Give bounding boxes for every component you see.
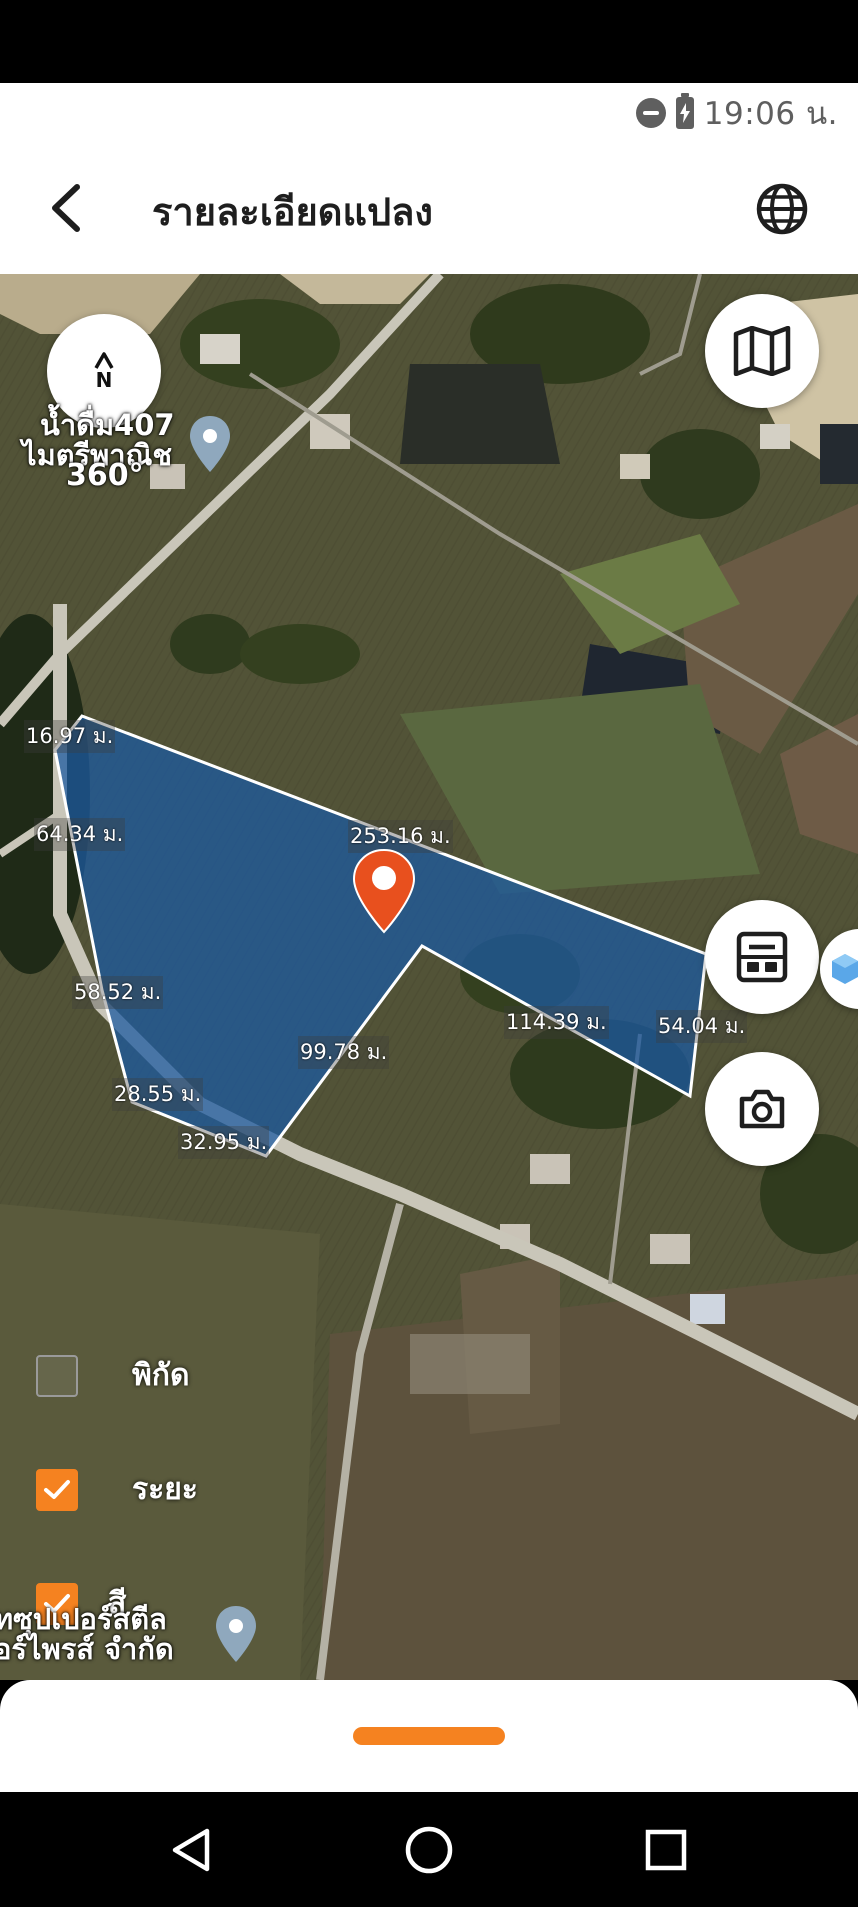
page-title: รายละเอียดแปลง <box>152 190 433 234</box>
distance-checkbox[interactable] <box>36 1468 78 1511</box>
camera-button[interactable] <box>705 1052 819 1166</box>
battery-charging-icon <box>675 93 694 129</box>
poi-label-line1: ทซุปเปอร์สตีล <box>0 1602 167 1636</box>
area-calculator-button[interactable] <box>705 900 819 1014</box>
status-icons: 19:06 น. <box>635 93 838 133</box>
map-layer-icon <box>733 326 791 376</box>
poi-label-company[interactable]: ทซุปเปอร์สตีล อร์ไพรส์ จำกัด <box>0 1604 174 1665</box>
distance-label: 99.78 ม. <box>298 1036 390 1069</box>
compass-north-label: N <box>95 368 113 392</box>
nav-home-button[interactable] <box>401 1822 457 1878</box>
distance-label: 114.39 ม. <box>504 1006 609 1039</box>
distance-label: 58.52 ม. <box>72 976 164 1009</box>
satellite-map[interactable]: N น้ำดื่ม407 ไมตรีพาณิช 360° 16.97 ม. 64… <box>0 274 858 1680</box>
recents-square-icon <box>645 1829 687 1871</box>
status-bar: 19:06 น. <box>0 83 858 143</box>
camera-icon <box>739 1089 785 1129</box>
globe-icon <box>756 183 808 235</box>
app-header: รายละเอียดแปลง <box>0 143 858 274</box>
poi-label-line2: อร์ไพรส์ จำกัด <box>0 1632 174 1667</box>
language-button[interactable] <box>754 181 810 237</box>
distance-label: 16.97 ม. <box>24 720 116 753</box>
distance-label: 54.04 ม. <box>656 1010 748 1043</box>
cube-icon <box>832 954 858 984</box>
distance-label: 28.55 ม. <box>112 1078 204 1111</box>
poi-marker-icon[interactable] <box>214 1604 258 1664</box>
location-pin-icon[interactable] <box>352 848 416 934</box>
do-not-disturb-icon <box>635 98 666 128</box>
nav-recents-button[interactable] <box>638 1822 694 1878</box>
coordinates-checkbox[interactable] <box>36 1354 78 1397</box>
check-icon <box>44 1479 70 1499</box>
chevron-left-icon <box>52 184 80 232</box>
distance-label: 32.95 ม. <box>178 1126 270 1159</box>
calculator-icon <box>736 931 788 983</box>
toggle-distance[interactable]: ระยะ <box>36 1466 198 1513</box>
status-time: 19:06 น. <box>703 96 838 132</box>
sheet-drag-handle[interactable] <box>353 1727 505 1745</box>
system-nav-bar <box>0 1792 858 1907</box>
back-button[interactable] <box>38 178 94 238</box>
poi-marker-icon[interactable] <box>188 414 232 474</box>
distance-label: 64.34 ม. <box>34 818 126 851</box>
toggle-coordinates[interactable]: พิกัด <box>36 1352 189 1399</box>
top-bezel <box>0 0 858 83</box>
back-triangle-icon <box>172 1828 210 1872</box>
bottom-sheet[interactable] <box>0 1680 858 1792</box>
map-layer-button[interactable] <box>705 294 819 408</box>
home-circle-icon <box>405 1826 453 1874</box>
nav-back-button[interactable] <box>164 1822 220 1878</box>
compass-arrow-icon <box>94 352 114 369</box>
poi-label-line1: น้ำดื่ม407 <box>40 408 175 442</box>
distance-label-toggle: ระยะ <box>132 1472 198 1507</box>
compass-heading-text: 360° <box>66 458 144 493</box>
coordinates-label: พิกัด <box>132 1358 190 1393</box>
